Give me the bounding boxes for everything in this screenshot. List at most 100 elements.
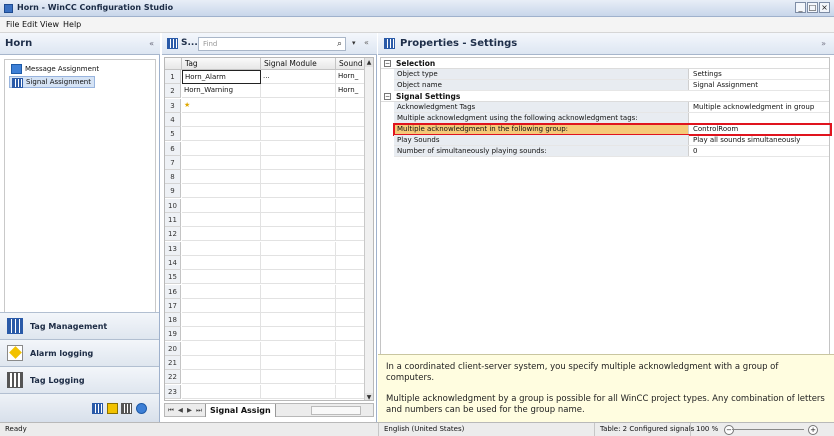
table-cell[interactable] [261, 241, 336, 256]
table-cell[interactable] [182, 356, 261, 370]
row-number[interactable]: 5 [165, 127, 181, 142]
row-number[interactable]: 20 [165, 341, 181, 356]
table-cell[interactable] [336, 184, 366, 199]
nav-button-tag-logging[interactable]: Tag Logging [0, 366, 159, 393]
menu-edit[interactable]: Edit [22, 20, 38, 29]
row-number[interactable]: 23 [165, 384, 181, 399]
collapse-icon[interactable]: − [384, 60, 391, 67]
row-number[interactable]: 10 [165, 198, 181, 213]
table-cell[interactable] [261, 255, 336, 270]
horizontal-scrollbar[interactable] [311, 406, 361, 415]
table-cell[interactable] [182, 327, 261, 342]
collapse-right-icon[interactable]: » [821, 39, 826, 48]
row-number[interactable]: 22 [165, 370, 181, 385]
search-icon[interactable]: ⌕ [337, 39, 342, 49]
table-cell[interactable] [336, 155, 366, 170]
zoom-out-button[interactable]: − [724, 425, 734, 435]
table-cell[interactable] [182, 270, 261, 285]
zoom-slider[interactable] [732, 429, 804, 430]
menu-file[interactable]: File [6, 20, 19, 29]
scroll-up-icon[interactable]: ▲ [365, 58, 373, 67]
table-cell[interactable] [336, 284, 366, 299]
tag-logging-icon[interactable] [121, 403, 132, 414]
table-cell[interactable] [336, 270, 366, 285]
chevron-down-icon[interactable]: ▾ [352, 39, 356, 47]
table-cell[interactable] [182, 170, 261, 185]
table-cell[interactable] [261, 341, 336, 356]
row-number[interactable]: 7 [165, 155, 181, 170]
row-number[interactable]: 17 [165, 298, 181, 313]
property-row-sound-count[interactable]: Number of simultaneously playing sounds:… [394, 146, 829, 157]
table-cell[interactable] [336, 327, 366, 342]
table-cell[interactable] [261, 313, 336, 328]
property-value[interactable]: Signal Assignment [690, 80, 829, 90]
scroll-down-icon[interactable]: ▼ [365, 393, 373, 400]
property-value[interactable]: Settings [690, 69, 829, 79]
table-cell[interactable] [182, 298, 261, 313]
column-header-sound[interactable]: Sound [336, 58, 366, 70]
table-cell[interactable] [261, 127, 336, 142]
row-number[interactable]: 6 [165, 141, 181, 156]
table-cell[interactable] [261, 384, 336, 399]
table-cell[interactable]: Horn_ [336, 70, 366, 84]
table-cell[interactable] [182, 241, 261, 256]
table-cell[interactable] [182, 384, 261, 399]
maximize-button[interactable]: □ [807, 2, 818, 13]
row-number[interactable]: 3 [165, 98, 181, 113]
column-header-signal-module[interactable]: Signal Module [261, 58, 336, 70]
row-number[interactable]: 12 [165, 227, 181, 242]
find-input[interactable]: Find ⌕ [198, 37, 346, 51]
row-number[interactable]: 8 [165, 170, 181, 185]
property-row-acknowledgment-tags[interactable]: Acknowledgment Tags Multiple acknowledgm… [394, 102, 829, 113]
close-button[interactable]: × [819, 2, 830, 13]
table-cell[interactable] [261, 184, 336, 199]
table-cell[interactable] [336, 112, 366, 127]
table-cell[interactable] [336, 370, 366, 385]
table-cell[interactable] [182, 255, 261, 270]
table-cell[interactable] [182, 227, 261, 242]
table-cell[interactable] [182, 155, 261, 170]
corner-cell[interactable] [165, 58, 182, 70]
table-cell[interactable] [182, 341, 261, 356]
tab-signal-assignment[interactable]: Signal Assign [205, 404, 276, 417]
table-cell[interactable]: ★ [182, 98, 261, 113]
property-value[interactable] [690, 113, 829, 123]
horn-icon[interactable] [136, 403, 147, 414]
zoom-in-button[interactable]: + [808, 425, 818, 435]
row-number[interactable]: 11 [165, 213, 181, 227]
table-cell[interactable] [336, 255, 366, 270]
alarm-logging-icon[interactable] [107, 403, 118, 414]
category-signal-settings[interactable]: − Signal Settings [381, 91, 829, 102]
collapse-icon[interactable]: − [384, 93, 391, 100]
table-cell[interactable] [336, 241, 366, 256]
table-cell[interactable] [336, 356, 366, 370]
tab-navigation-arrows[interactable]: ⏮ ◀ ▶ ⏭ [168, 406, 203, 415]
table-cell[interactable] [261, 298, 336, 313]
collapse-left-icon[interactable]: « [149, 39, 154, 48]
vertical-scrollbar[interactable]: ▲ ▼ [364, 58, 373, 400]
table-cell[interactable] [182, 184, 261, 199]
table-cell[interactable] [261, 155, 336, 170]
table-cell[interactable] [336, 213, 366, 227]
row-number[interactable]: 18 [165, 313, 181, 328]
table-cell[interactable] [261, 198, 336, 213]
table-cell[interactable] [182, 141, 261, 156]
row-number[interactable]: 16 [165, 284, 181, 299]
minimize-button[interactable]: _ [795, 2, 806, 13]
table-cell[interactable] [261, 227, 336, 242]
table-cell[interactable] [261, 327, 336, 342]
row-number[interactable]: 1 [165, 70, 181, 84]
column-header-tag[interactable]: Tag [182, 58, 261, 70]
table-cell[interactable] [261, 213, 336, 227]
table-cell[interactable] [336, 98, 366, 113]
row-number[interactable]: 21 [165, 356, 181, 370]
table-cell[interactable] [336, 127, 366, 142]
table-cell[interactable] [261, 141, 336, 156]
table-cell[interactable] [182, 112, 261, 127]
row-number[interactable]: 13 [165, 241, 181, 256]
table-cell[interactable] [182, 370, 261, 385]
table-cell[interactable] [336, 198, 366, 213]
table-cell[interactable] [261, 284, 336, 299]
tree-item-message-assignment[interactable]: Message Assignment [9, 63, 102, 75]
property-value[interactable]: Multiple acknowledgment in group [690, 102, 829, 112]
